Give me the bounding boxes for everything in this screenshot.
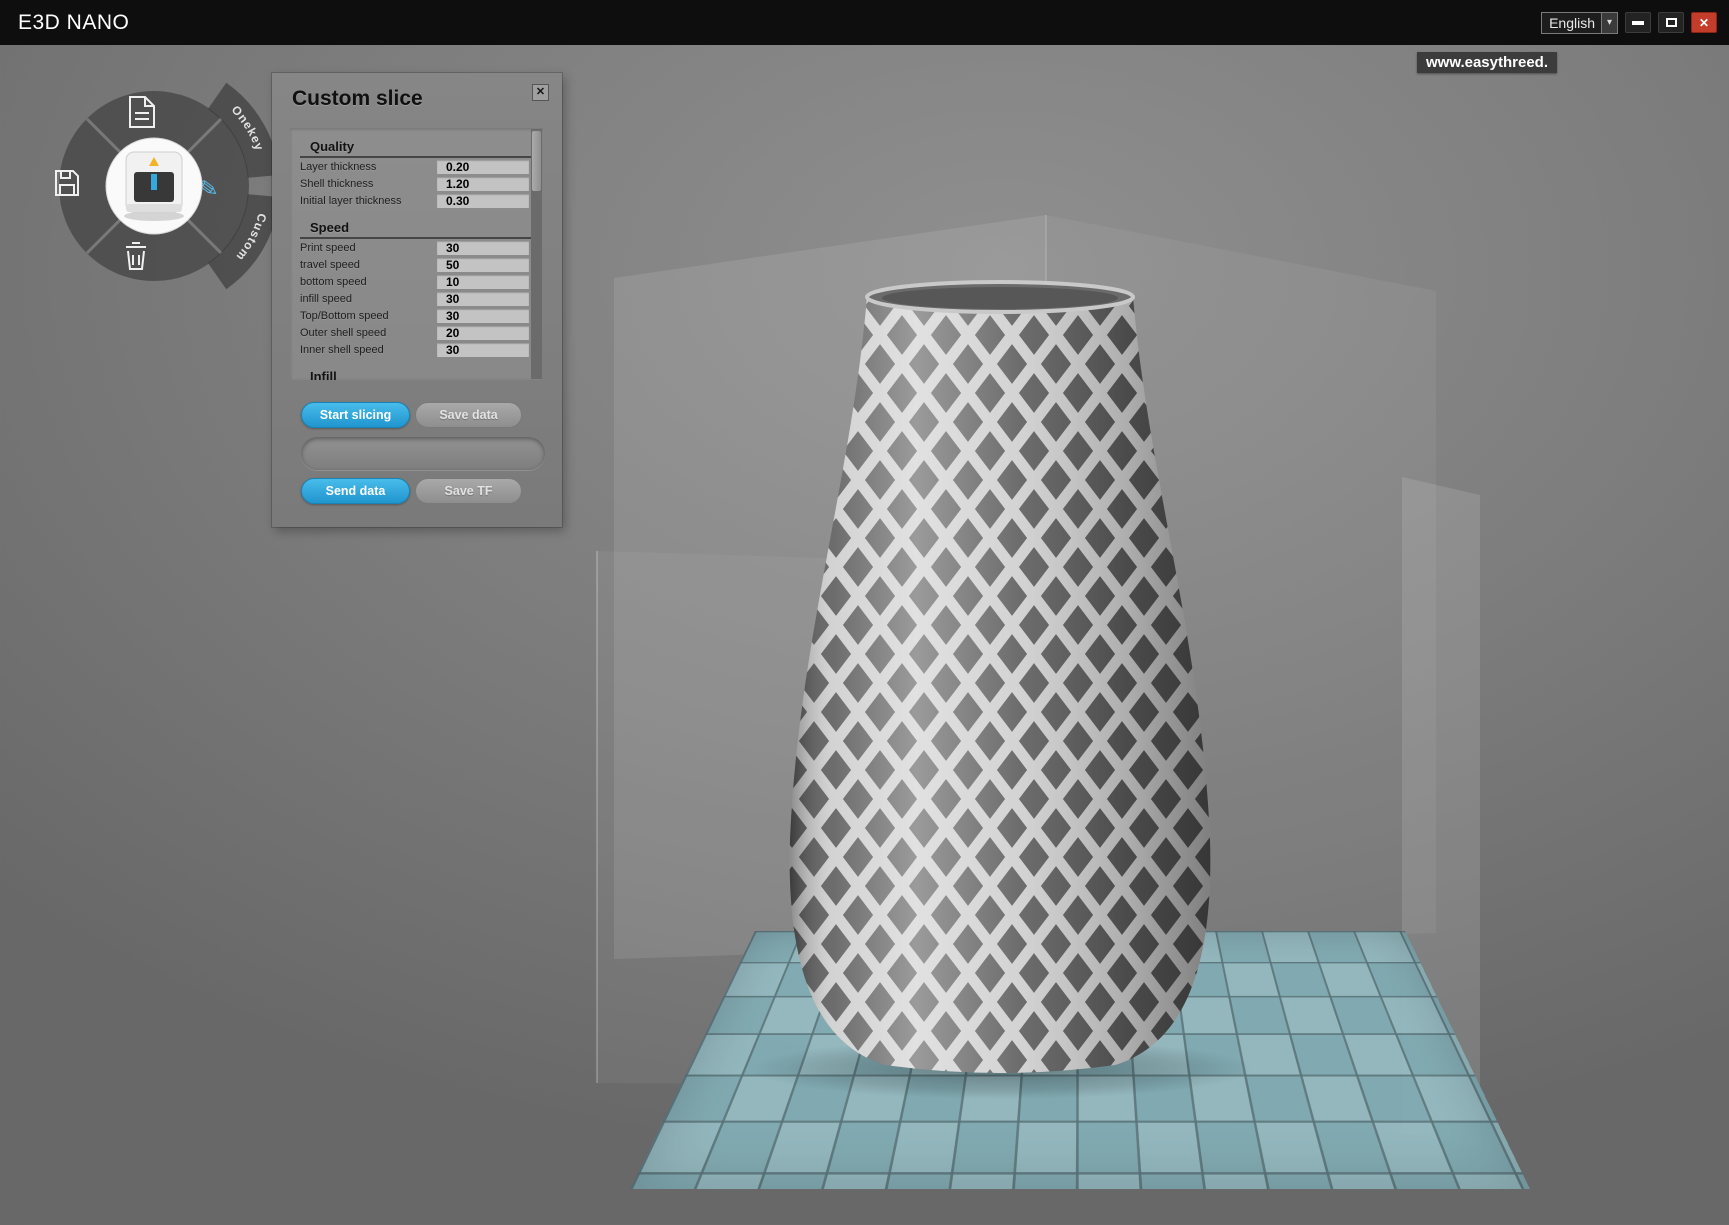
close-button[interactable]: ✕ [1691,12,1717,33]
language-select[interactable]: English ▾ [1541,12,1618,34]
setting-label: bottom speed [300,276,437,288]
watermark: www.easythreed. [1417,52,1557,73]
setting-value-field[interactable]: 0.30 [437,194,529,208]
minimize-button[interactable] [1625,12,1651,33]
section-header-quality: Quality [300,138,531,158]
setting-row: Initial layer thickness 0.30 [290,192,529,209]
setting-value-field[interactable]: 0.20 [437,160,529,174]
section-header-speed: Speed [300,219,531,239]
setting-value-field[interactable]: 30 [437,292,529,306]
minimize-icon [1632,21,1644,25]
setting-label: Layer thickness [300,161,437,173]
send-data-button[interactable]: Send data [301,478,410,504]
setting-row: bottom speed 10 [290,273,529,290]
setting-row: Top/Bottom speed 30 [290,307,529,324]
panel-scrollbar[interactable] [531,129,542,379]
setting-label: Outer shell speed [300,327,437,339]
setting-value-field[interactable]: 30 [437,309,529,323]
setting-value-field[interactable]: 50 [437,258,529,272]
setting-value-field[interactable]: 20 [437,326,529,340]
dialog-title: Custom slice [292,87,423,111]
vase-opening [882,287,1118,309]
setting-row: Outer shell speed 20 [290,324,529,341]
section-title: Infill [310,369,337,380]
setting-row: Inner shell speed 30 [290,341,529,358]
titlebar-controls: English ▾ ✕ [1541,12,1717,34]
start-slicing-button[interactable]: Start slicing [301,402,410,428]
app-title: E3D NANO [18,11,129,35]
language-label: English [1549,15,1595,31]
setting-row: Shell thickness 1.20 [290,175,529,192]
setting-label: Inner shell speed [300,344,437,356]
setting-label: travel speed [300,259,437,271]
chevron-down-icon[interactable]: ▾ [1601,13,1617,33]
section-title: Quality [310,139,354,154]
setting-row: travel speed 50 [290,256,529,273]
close-icon: ✕ [1699,17,1709,29]
save-data-button[interactable]: Save data [415,402,522,428]
section-header-infill: Infill [300,368,531,380]
titlebar: E3D NANO English ▾ ✕ [0,0,1729,45]
progress-bar [301,437,545,470]
save-tf-button[interactable]: Save TF [415,478,522,504]
tool-wheel: Onekey Custom ✎ [0,0,300,310]
setting-row: Print speed 30 [290,239,529,256]
setting-label: infill speed [300,293,437,305]
custom-slice-dialog: Custom slice ✕ Quality Layer thickness 0… [272,73,562,527]
setting-label: Top/Bottom speed [300,310,437,322]
settings-panel[interactable]: Quality Layer thickness 0.20 Shell thick… [290,128,543,380]
maximize-icon [1666,18,1677,27]
setting-label: Initial layer thickness [300,195,437,207]
setting-value-field[interactable]: 30 [437,241,529,255]
setting-label: Shell thickness [300,178,437,190]
setting-value-field[interactable]: 30 [437,343,529,357]
section-title: Speed [310,220,349,235]
maximize-button[interactable] [1658,12,1684,33]
setting-row: infill speed 30 [290,290,529,307]
printer-illustration [124,152,184,221]
scrollbar-thumb[interactable] [532,131,541,191]
setting-value-field[interactable]: 1.20 [437,177,529,191]
setting-row: Layer thickness 0.20 [290,158,529,175]
setting-label: Print speed [300,242,437,254]
dialog-close-button[interactable]: ✕ [532,84,549,101]
setting-value-field[interactable]: 10 [437,275,529,289]
